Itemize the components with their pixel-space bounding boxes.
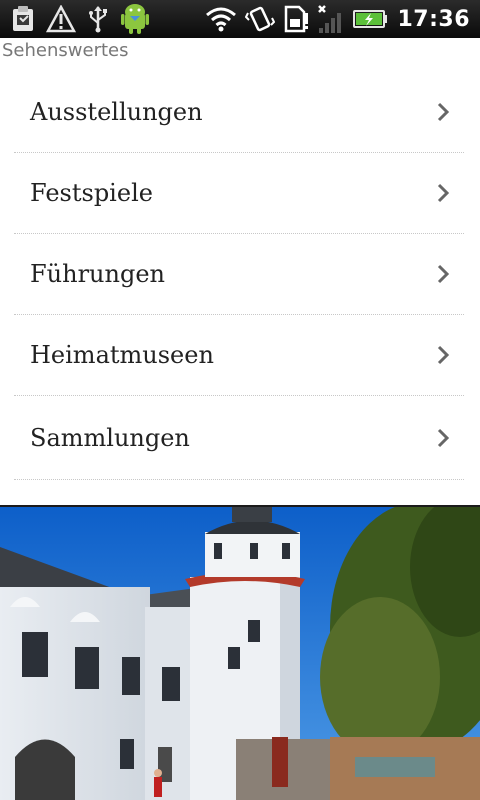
- status-clock: 17:36: [397, 6, 470, 32]
- list-item-label: Ausstellungen: [30, 98, 203, 126]
- chevron-right-icon: [436, 102, 450, 122]
- list-item-label: Sammlungen: [30, 423, 190, 452]
- clipboard-icon: [10, 4, 36, 34]
- warning-icon: [46, 4, 76, 34]
- usb-icon: [86, 4, 110, 34]
- list-item-fuehrungen[interactable]: Führungen: [14, 234, 464, 315]
- list-item-label: Festspiele: [30, 179, 153, 207]
- list-item-festspiele[interactable]: Festspiele: [14, 153, 464, 234]
- chevron-right-icon: [436, 264, 450, 284]
- chevron-right-icon: [436, 183, 450, 203]
- chevron-right-icon: [436, 345, 450, 365]
- system-icons: 17:36: [205, 0, 480, 38]
- list-item-heimatmuseen[interactable]: Heimatmuseen: [14, 315, 464, 396]
- chevron-right-icon: [436, 428, 450, 448]
- list-item-label: Heimatmuseen: [30, 341, 214, 369]
- notification-icons: [0, 0, 150, 38]
- category-list: Ausstellungen Festspiele Führungen Heima…: [14, 72, 464, 480]
- list-item-ausstellungen[interactable]: Ausstellungen: [14, 72, 464, 153]
- battery-icon: [353, 4, 389, 34]
- castle-photo: [0, 497, 480, 800]
- status-bar: 17:36: [0, 0, 480, 38]
- list-item-sammlungen[interactable]: Sammlungen: [14, 396, 464, 480]
- wifi-icon: [205, 4, 237, 34]
- sim-alert-icon: [283, 4, 309, 34]
- android-icon: [120, 4, 150, 34]
- signal-icon: [317, 4, 345, 34]
- list-item-label: Führungen: [30, 260, 165, 288]
- vibrate-icon: [245, 4, 276, 34]
- page-title: Sehenswertes: [2, 40, 129, 61]
